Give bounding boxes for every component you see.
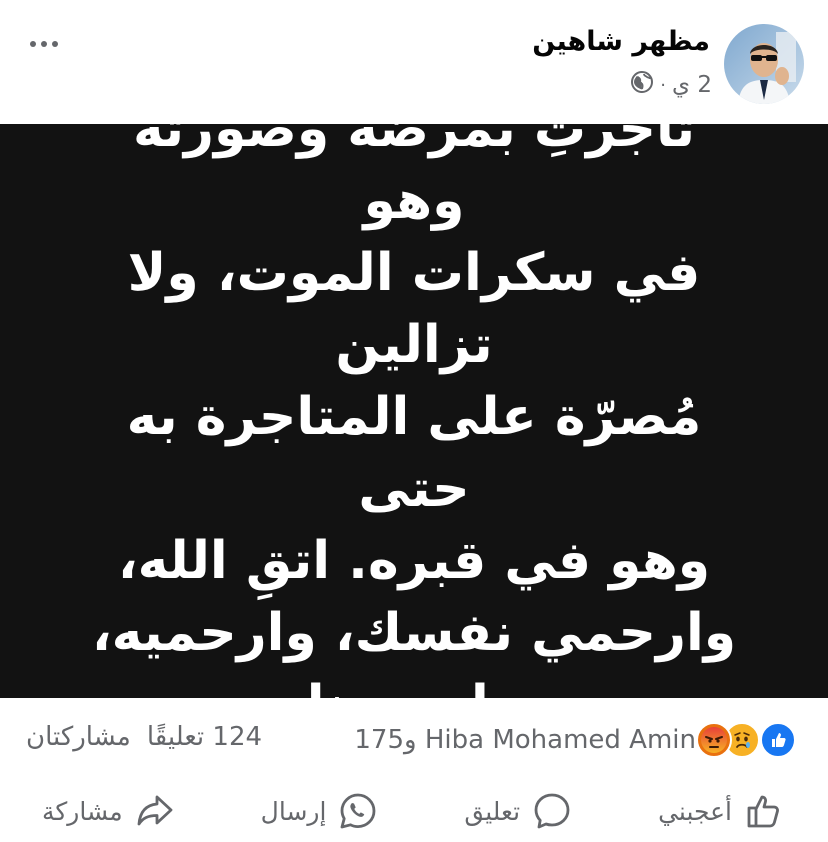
thumbs-up-icon [744,791,784,831]
post-text-background[interactable]: تاجرتِ بمرضه وصورته وهو في سكرات الموت، … [0,99,828,735]
share-button[interactable]: مشاركة [42,791,175,831]
author-name[interactable]: مظهر شاهين [532,26,710,57]
reactions-summary[interactable]: Hiba Mohamed Amin و175 [354,722,796,758]
post-text-line: تاجرتِ بمرضه وصورته وهو [132,99,696,231]
comment-bubble-icon [532,791,572,831]
angry-icon [696,722,732,758]
post-text: تاجرتِ بمرضه وصورته وهو في سكرات الموت، … [74,93,754,741]
comments-count[interactable]: 124 تعليقًا [147,722,262,752]
shares-count[interactable]: مشاركتان [26,722,131,752]
post-text-line: وارحمي نفسك، وارحميه، [91,603,737,663]
send-label: إرسال [260,796,327,826]
post-stats: Hiba Mohamed Amin و175 124 تعليقًا مشارك… [0,698,828,780]
more-dot [52,41,58,47]
reaction-icons [696,722,796,758]
reactors-text: Hiba Mohamed Amin و175 [354,725,696,755]
author-avatar[interactable] [724,24,804,104]
share-arrow-icon [135,791,175,831]
more-options-button[interactable] [22,26,66,62]
like-button[interactable]: أعجبني [658,791,784,831]
send-button[interactable]: إرسال [261,791,379,831]
whatsapp-icon [338,791,378,831]
post-actions: أعجبني تعليق إرسال مشاركة [0,780,828,842]
comment-button[interactable]: تعليق [464,791,572,831]
comment-label: تعليق [464,796,521,826]
post-text-line: وهو في قبره. اتقِ الله، [117,531,711,591]
post-text-line: مُصرّة على المتاجرة به حتى [126,387,702,519]
like-icon [760,722,796,758]
more-dot [41,41,47,47]
like-label: أعجبني [658,796,732,826]
share-label: مشاركة [42,796,123,826]
more-dot [30,41,36,47]
engagement-counts: 124 تعليقًا مشاركتان [26,722,262,752]
post-text-line: في سكرات الموت، ولا تزالين [127,243,701,375]
